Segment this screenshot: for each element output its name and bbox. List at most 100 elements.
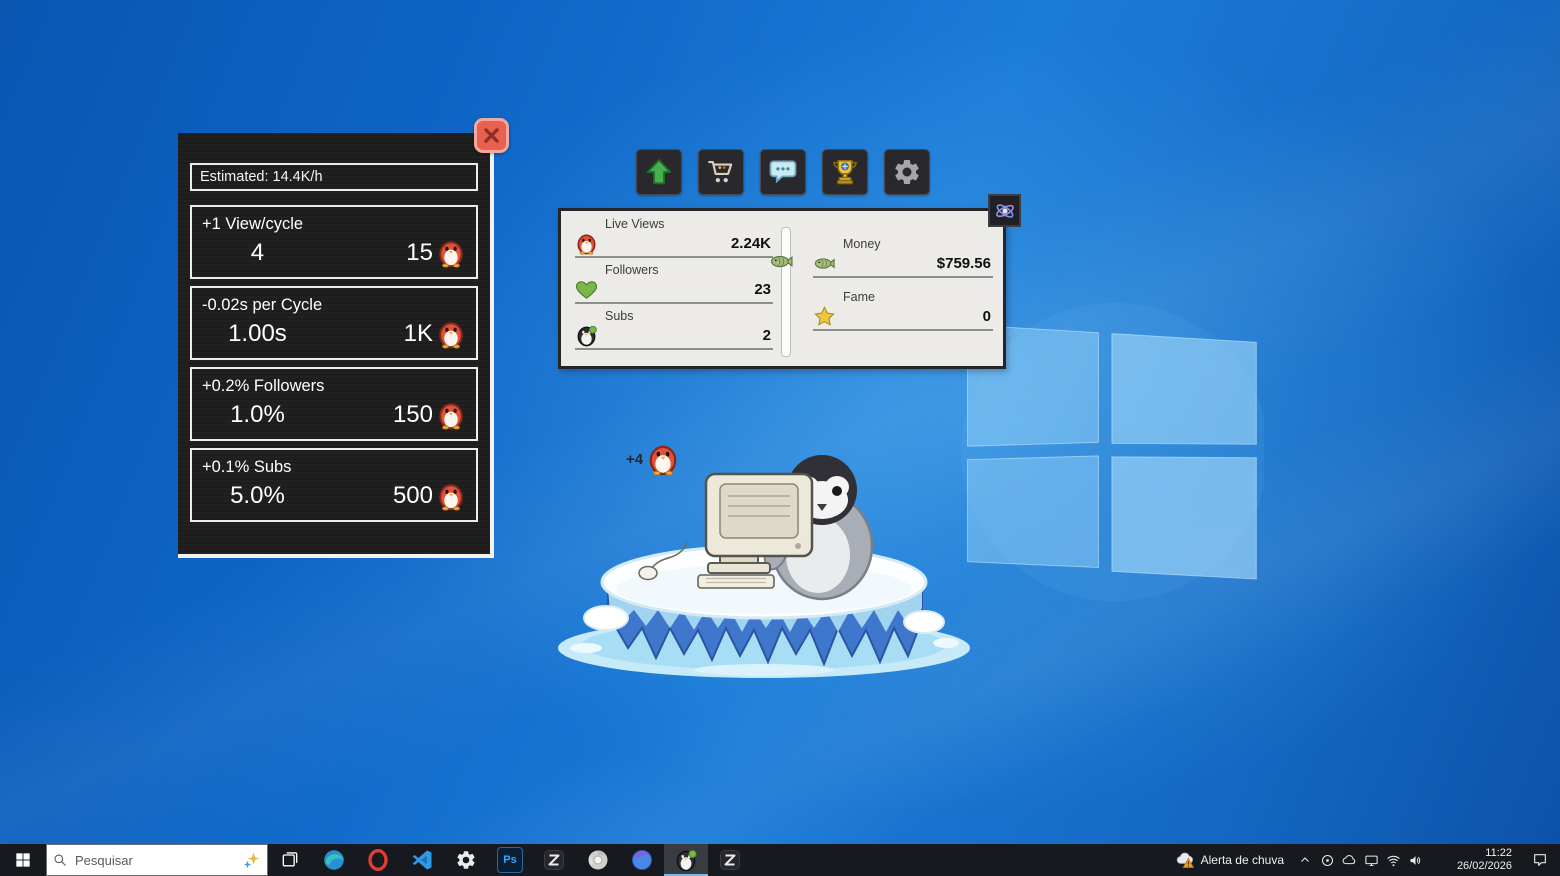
- galaxy-icon: [993, 199, 1017, 223]
- upgrade-name: +0.1% Subs: [202, 458, 466, 477]
- taskbar-clock[interactable]: 11:22 26/02/2026: [1426, 844, 1520, 876]
- upgrade-panel: Estimated: 14.4K/h +1 View/cycle 4 15 -0…: [178, 133, 494, 558]
- prestige-button[interactable]: [988, 194, 1021, 227]
- star-icon: [813, 305, 836, 328]
- search-highlights-icon[interactable]: [243, 851, 261, 869]
- settings-button[interactable]: [884, 149, 930, 195]
- shop-button[interactable]: [698, 149, 744, 195]
- upgrade-name: +0.2% Followers: [202, 377, 466, 396]
- stats-left-column: Live Views 2.24K Followers 23 Subs 2: [575, 217, 773, 355]
- upgrade-followers[interactable]: +0.2% Followers 1.0% 150: [190, 367, 478, 441]
- live-views-label: Live Views: [605, 217, 773, 231]
- start-button[interactable]: [0, 844, 46, 876]
- followers-label: Followers: [605, 263, 773, 277]
- floating-gain-text: +4: [626, 451, 643, 468]
- penguin-currency-icon: [436, 400, 466, 430]
- tray-cloud-button[interactable]: [1338, 844, 1360, 876]
- subs-value: 2: [602, 327, 771, 344]
- taskbar-app-settings[interactable]: [444, 844, 488, 876]
- money-value: $759.56: [840, 255, 991, 272]
- penguin-game-icon: [674, 848, 698, 872]
- clock-date: 26/02/2026: [1457, 860, 1512, 873]
- task-view-icon: [280, 850, 300, 870]
- money-label: Money: [843, 237, 993, 251]
- fame-label: Fame: [843, 290, 993, 304]
- taskbar-app-photoshop[interactable]: Ps: [488, 844, 532, 876]
- taskbar-app-edge[interactable]: [312, 844, 356, 876]
- trophy-icon: [830, 157, 860, 187]
- display-icon: [1364, 853, 1379, 868]
- penguin-icon: [575, 232, 598, 255]
- tray-display-button[interactable]: [1360, 844, 1382, 876]
- taskbar-app-dark-2[interactable]: [708, 844, 752, 876]
- volume-icon: [1408, 853, 1423, 868]
- chevron-up-icon: [1299, 854, 1311, 866]
- progress-gauge: [781, 227, 791, 357]
- close-button[interactable]: [474, 118, 509, 153]
- photoshop-icon: Ps: [497, 847, 523, 873]
- upgrade-name: -0.02s per Cycle: [202, 296, 466, 315]
- rain-alert-icon: [1175, 850, 1195, 870]
- tray-status-button[interactable]: [1316, 844, 1338, 876]
- penguin-currency-icon: [436, 238, 466, 268]
- taskbar-search[interactable]: [46, 844, 268, 876]
- taskbar-app-opera[interactable]: [356, 844, 400, 876]
- status-circle-icon: [1320, 853, 1335, 868]
- task-view-button[interactable]: [268, 844, 312, 876]
- upgrade-cycle-speed[interactable]: -0.02s per Cycle 1.00s 1K: [190, 286, 478, 360]
- upgrades-button[interactable]: [636, 149, 682, 195]
- stat-live-views: Live Views 2.24K: [575, 217, 773, 258]
- chat-button[interactable]: [760, 149, 806, 195]
- search-input[interactable]: [73, 852, 237, 869]
- taskbar-app-penguin-game[interactable]: [664, 844, 708, 876]
- dark-app-icon: [718, 848, 742, 872]
- stat-fame: Fame 0: [813, 290, 993, 331]
- estimated-rate: Estimated: 14.4K/h: [190, 163, 478, 191]
- edge-browser-icon: [322, 848, 346, 872]
- taskbar-app-dark-1[interactable]: [532, 844, 576, 876]
- upgrade-name: +1 View/cycle: [202, 215, 466, 234]
- taskbar-app-gray[interactable]: [576, 844, 620, 876]
- notification-center-button[interactable]: [1520, 844, 1560, 876]
- penguin-currency-icon: [436, 319, 466, 349]
- stat-money: Money $759.56: [813, 237, 993, 278]
- achievements-button[interactable]: [822, 149, 868, 195]
- up-arrow-icon: [644, 157, 674, 187]
- wifi-icon: [1386, 853, 1401, 868]
- speech-bubble-icon: [768, 157, 798, 187]
- upgrade-cost: 1K: [404, 319, 466, 349]
- upgrade-current-value: 4: [202, 239, 313, 267]
- game-toolbar: [636, 149, 930, 195]
- screen: +4 Estimated: 14.4K/h +1 View/cycle 4 15…: [0, 0, 1560, 876]
- tray-network-button[interactable]: [1382, 844, 1404, 876]
- clock-time: 11:22: [1485, 847, 1512, 860]
- floating-gain: +4: [626, 442, 680, 476]
- stats-right-column: Money $759.56 Fame 0: [813, 237, 993, 343]
- game-scene[interactable]: [548, 424, 980, 682]
- notification-icon: [1532, 852, 1548, 868]
- tray-chevron-button[interactable]: [1294, 844, 1316, 876]
- tray-volume-button[interactable]: [1404, 844, 1426, 876]
- followers-value: 23: [602, 281, 771, 298]
- stat-followers: Followers 23: [575, 263, 773, 304]
- taskbar-app-colorful[interactable]: [620, 844, 664, 876]
- close-x-icon: [482, 126, 501, 145]
- windows-logo-icon: [15, 852, 31, 868]
- penguin-icon: [646, 442, 680, 476]
- fish-marker-icon: [766, 249, 797, 274]
- weather-widget[interactable]: Alerta de chuva: [1165, 844, 1294, 876]
- opera-browser-icon: [366, 848, 390, 872]
- upgrade-subs[interactable]: +0.1% Subs 5.0% 500: [190, 448, 478, 522]
- fame-value: 0: [840, 308, 991, 325]
- upgrade-view-per-cycle[interactable]: +1 View/cycle 4 15: [190, 205, 478, 279]
- upgrade-cost: 15: [406, 238, 466, 268]
- fish-icon: [813, 252, 836, 275]
- vscode-icon: [410, 848, 434, 872]
- penguin-money-icon: [575, 324, 598, 347]
- subs-label: Subs: [605, 309, 773, 323]
- upgrade-cost: 500: [393, 481, 466, 511]
- taskbar-spacer: [752, 844, 1165, 876]
- live-views-value: 2.24K: [602, 235, 771, 252]
- upgrade-current-value: 1.0%: [202, 401, 313, 429]
- taskbar-app-vscode[interactable]: [400, 844, 444, 876]
